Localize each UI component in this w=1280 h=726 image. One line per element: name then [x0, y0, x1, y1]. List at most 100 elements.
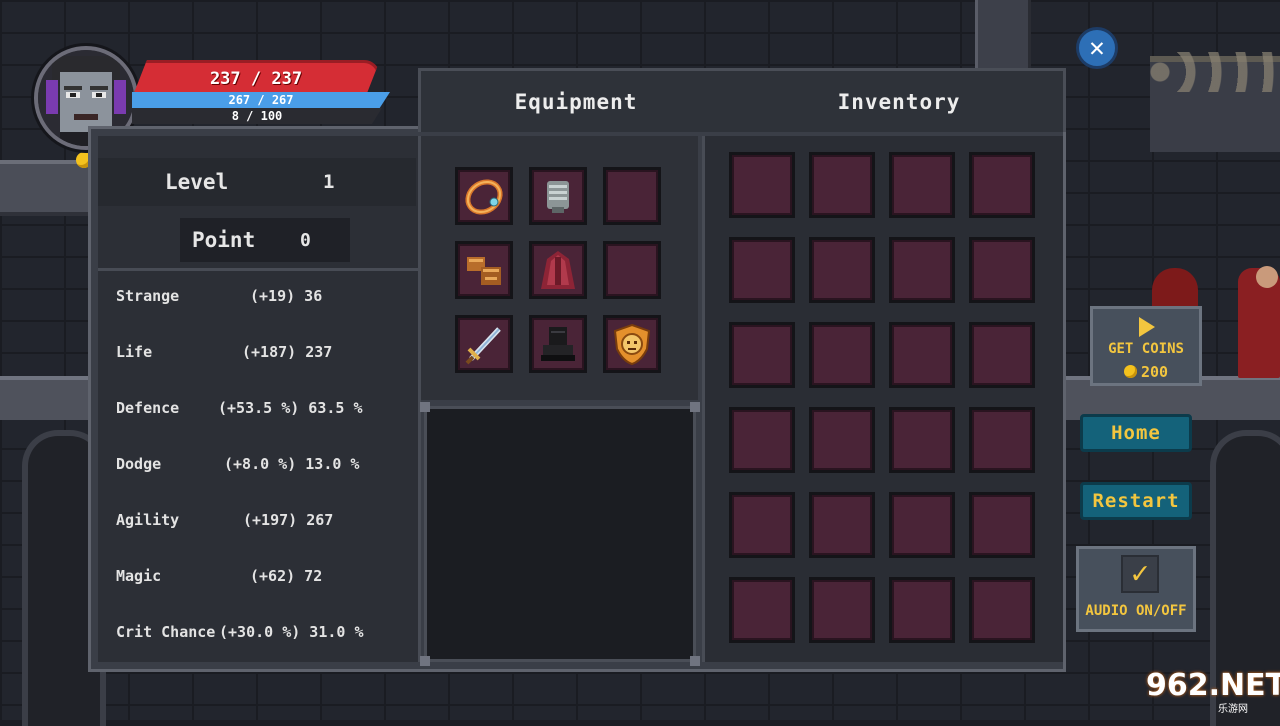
inventory-slot[interactable]: [969, 152, 1035, 218]
cloak-icon: [541, 251, 575, 289]
inventory-slot[interactable]: [729, 577, 795, 643]
stat-value: (+197) 267: [243, 511, 334, 529]
detail-corner: [420, 656, 430, 666]
close-button[interactable]: ✕: [1076, 27, 1118, 69]
watermark-logo: 962.NET: [1146, 668, 1280, 703]
tab-inventory[interactable]: Inventory: [731, 71, 1067, 133]
inventory-slot[interactable]: [729, 492, 795, 558]
level-label: Level: [165, 170, 229, 194]
inventory-slot[interactable]: [889, 492, 955, 558]
stat-value: (+19) 36: [250, 287, 323, 305]
stat-value: (+53.5 %) 63.5 %: [218, 399, 363, 417]
get-coins-button[interactable]: GET COINS 200: [1090, 306, 1202, 386]
audio-toggle-button[interactable]: ✓ AUDIO ON/OFF: [1076, 546, 1196, 632]
inventory-slot[interactable]: [889, 237, 955, 303]
stat-name: Crit Chance: [116, 623, 216, 641]
close-icon: ✕: [1089, 33, 1105, 63]
inventory-slot[interactable]: [969, 492, 1035, 558]
equip-slot-empty[interactable]: [603, 167, 661, 225]
item-detail-box: [424, 406, 696, 662]
mana-bar: 267 / 267: [132, 92, 390, 108]
panel-tab-bar: Equipment Inventory: [418, 68, 1066, 132]
inventory-slot[interactable]: [969, 407, 1035, 473]
home-button[interactable]: Home: [1080, 414, 1192, 452]
stat-row-defence: Defence (+53.5 %) 63.5 %: [116, 399, 416, 423]
inventory-slot[interactable]: [809, 152, 875, 218]
checkmark-icon: ✓: [1121, 555, 1159, 593]
skull-pile: [1150, 52, 1280, 92]
stone-pillar: [975, 0, 1031, 70]
inventory-slot[interactable]: [809, 322, 875, 388]
get-coins-amount-row: 200: [1093, 363, 1199, 381]
get-coins-amount: 200: [1140, 363, 1169, 381]
equip-slot-cloak[interactable]: [529, 241, 587, 299]
play-icon: [1139, 317, 1155, 337]
stat-row-agility: Agility (+197) 267: [116, 511, 416, 535]
level-value: 1: [323, 171, 335, 193]
armor-icon: [547, 181, 569, 213]
stat-name: Magic: [116, 567, 162, 585]
experience-text: 8 / 100: [231, 109, 283, 123]
audio-toggle-label: AUDIO ON/OFF: [1085, 603, 1187, 619]
inventory-slot[interactable]: [889, 152, 955, 218]
stats-divider: [98, 268, 418, 271]
get-coins-label: GET COINS: [1108, 341, 1184, 357]
ring-icon: [465, 179, 503, 215]
experience-bar: 8 / 100: [132, 108, 382, 124]
inventory-slot[interactable]: [809, 577, 875, 643]
inventory-slot[interactable]: [969, 322, 1035, 388]
equip-slot-empty[interactable]: [603, 241, 661, 299]
inventory-slot[interactable]: [809, 237, 875, 303]
stone-floor-left: [0, 376, 96, 420]
stat-row-crit-chance: Crit Chance (+30.0 %) 31.0 %: [116, 623, 416, 647]
point-box: Point 0: [180, 218, 350, 262]
stat-row-life: Life (+187) 237: [116, 343, 416, 367]
restart-button[interactable]: Restart: [1080, 482, 1192, 520]
level-row: Level 1: [98, 158, 416, 206]
stone-ledge: [0, 160, 100, 216]
inventory-slot[interactable]: [809, 407, 875, 473]
stat-name: Dodge: [116, 455, 162, 473]
detail-corner: [690, 656, 700, 666]
inventory-slot[interactable]: [729, 322, 795, 388]
inventory-slot[interactable]: [969, 237, 1035, 303]
inventory-slot[interactable]: [809, 492, 875, 558]
stat-name: Strange: [116, 287, 180, 305]
inventory-slot[interactable]: [889, 577, 955, 643]
stat-name: Defence: [116, 399, 180, 417]
stat-value: (+62) 72: [250, 567, 323, 585]
detail-corner: [690, 402, 700, 412]
mana-text: 267 / 267: [228, 93, 294, 107]
stat-name: Agility: [116, 511, 180, 529]
point-value: 0: [300, 229, 311, 251]
equip-slot-gloves[interactable]: [455, 241, 513, 299]
health-text: 237 / 237: [209, 69, 303, 89]
shield-icon: [613, 323, 651, 366]
equip-slot-armor[interactable]: [529, 167, 587, 225]
inventory-slot[interactable]: [889, 407, 955, 473]
stat-value: (+187) 237: [242, 343, 333, 361]
stat-name: Life: [116, 343, 153, 361]
coin-icon: [1123, 365, 1137, 378]
sword-icon: [465, 327, 501, 365]
warrior-enemy-head: [1256, 266, 1278, 288]
inventory-slot[interactable]: [729, 152, 795, 218]
equip-slot-weapon[interactable]: [455, 315, 513, 373]
inventory-slot[interactable]: [729, 237, 795, 303]
inventory-slot[interactable]: [969, 577, 1035, 643]
tab-equipment[interactable]: Equipment: [421, 71, 731, 133]
stat-value: (+8.0 %) 13.0 %: [224, 455, 360, 473]
boots-icon: [541, 327, 575, 361]
equip-slot-ring[interactable]: [455, 167, 513, 225]
stat-row-dodge: Dodge (+8.0 %) 13.0 %: [116, 455, 416, 479]
inventory-slot[interactable]: [889, 322, 955, 388]
point-label: Point: [192, 228, 256, 252]
equip-slot-shield[interactable]: [603, 315, 661, 373]
detail-corner: [420, 402, 430, 412]
watermark-subtext: 乐游网: [1218, 704, 1248, 715]
stat-value: (+30.0 %) 31.0 %: [219, 623, 364, 641]
equip-slot-boots[interactable]: [529, 315, 587, 373]
inventory-slot[interactable]: [729, 407, 795, 473]
stat-row-strange: Strange (+19) 36: [116, 287, 416, 311]
stat-row-magic: Magic (+62) 72: [116, 567, 416, 591]
